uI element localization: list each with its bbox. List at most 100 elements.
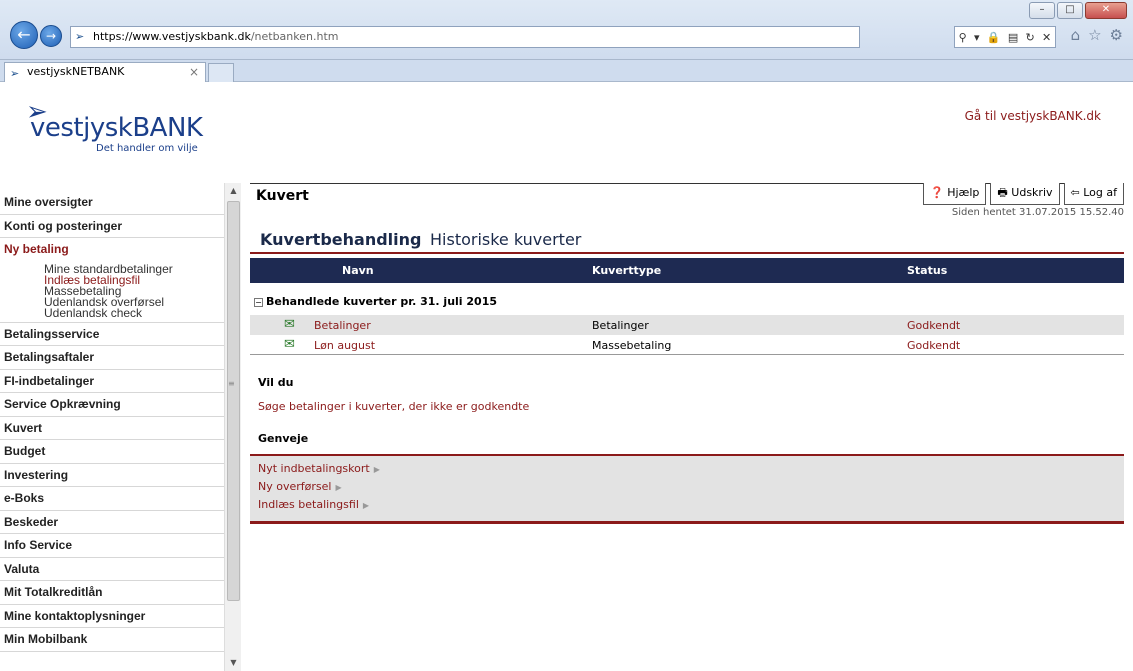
new-tab-button[interactable] xyxy=(208,63,234,82)
url-path: /netbanken.htm xyxy=(250,30,339,43)
row-type: Massebetaling xyxy=(592,339,672,352)
maximize-button[interactable]: □ xyxy=(1057,2,1083,19)
sidebar-scrollbar[interactable]: ▲ ≡ ▼ xyxy=(224,183,241,671)
table-row[interactable]: ✉ Betalinger Betalinger Godkendt xyxy=(250,315,1124,335)
row-status: Godkendt xyxy=(907,319,961,332)
row-type: Betalinger xyxy=(592,319,649,332)
sidebar-item[interactable]: Betalingsaftaler xyxy=(0,346,224,370)
sidebar-subgroup: Mine standardbetalinger Indlæs betalings… xyxy=(0,262,224,323)
sidebar-item[interactable]: FI-indbetalinger xyxy=(0,370,224,393)
scroll-down-icon[interactable]: ▼ xyxy=(225,655,242,671)
print-label: Udskriv xyxy=(1011,186,1053,199)
browser-tab[interactable]: ➢ vestjyskNETBANK × xyxy=(4,62,206,82)
shortcut-link[interactable]: Ny overførsel ▶ xyxy=(250,478,1124,496)
home-icon[interactable]: ⌂ xyxy=(1071,26,1081,44)
forward-arrow-icon[interactable]: → xyxy=(40,25,62,47)
group-title: − Behandlede kuverter pr. 31. juli 2015 xyxy=(254,295,497,308)
tab-title: vestjyskNETBANK xyxy=(27,65,125,78)
logout-button[interactable]: ⇦ Log af xyxy=(1063,183,1124,205)
sidebar-item[interactable]: Investering xyxy=(0,464,224,487)
page-title: Kuvert xyxy=(256,188,309,204)
sidebar-item-active[interactable]: Ny betaling xyxy=(0,238,224,262)
shortcut-link[interactable]: Nyt indbetalingskort ▶ xyxy=(250,460,1124,478)
shortcut-label: Indlæs betalingsfil xyxy=(258,498,359,511)
compat-icon[interactable]: ▤ xyxy=(1008,31,1018,44)
sidebar-item[interactable]: Mine kontaktoplysninger xyxy=(0,605,224,628)
sidebar-item[interactable]: Budget xyxy=(0,440,224,464)
grip-icon: ≡ xyxy=(228,379,235,388)
tab-kuvertbehandling[interactable]: Kuvertbehandling xyxy=(260,230,421,249)
browser-icons: ⌂ ☆ ⚙ xyxy=(1071,26,1123,44)
column-header-status[interactable]: Status xyxy=(907,264,947,277)
logo-text: vestjyskBANK xyxy=(30,113,203,143)
print-button[interactable]: 🖶 Udskriv xyxy=(990,183,1060,205)
group-title-text: Behandlede kuverter pr. 31. juli 2015 xyxy=(266,295,498,308)
vil-du-heading: Vil du xyxy=(258,376,294,389)
refresh-icon[interactable]: ↻ xyxy=(1026,31,1035,44)
logout-arrow-icon: ⇦ xyxy=(1070,186,1080,199)
subtabs: Kuvertbehandling Historiske kuverter xyxy=(250,228,1124,254)
sidebar-item[interactable]: Valuta xyxy=(0,558,224,581)
sidebar-item[interactable]: Beskeder xyxy=(0,511,224,534)
toolbar: ❓ Hjælp 🖶 Udskriv ⇦ Log af xyxy=(919,183,1124,205)
row-name-link[interactable]: Betalinger xyxy=(314,319,371,332)
sidebar-item[interactable]: Konti og posteringer xyxy=(0,215,224,238)
browser-titlebar: – □ ✕ ← → ➢ https://www.vestjyskbank.dk/… xyxy=(0,0,1133,60)
arrow-right-icon: ▶ xyxy=(335,483,342,492)
sidebar-item[interactable]: Service Opkrævning xyxy=(0,393,224,417)
sidebar-item[interactable]: Betalingsservice xyxy=(0,323,224,346)
table-header: Navn Kuverttype Status xyxy=(250,258,1124,283)
sidebar-subitem[interactable]: Udenlandsk check xyxy=(0,307,224,319)
sidebar-item[interactable]: Mine oversigter xyxy=(0,191,224,215)
search-icon[interactable]: ⚲ xyxy=(959,31,967,44)
scroll-thumb[interactable] xyxy=(227,201,240,601)
goto-bank-link[interactable]: Gå til vestjyskBANK.dk xyxy=(965,109,1101,123)
address-bar[interactable]: ➢ https://www.vestjyskbank.dk/netbanken.… xyxy=(70,26,860,48)
column-header-name[interactable]: Navn xyxy=(342,264,374,277)
address-tools: ⚲ ▾ 🔒 ▤ ↻ ✕ xyxy=(954,26,1056,48)
bird-favicon-icon: ➢ xyxy=(10,67,20,80)
envelope-check-icon[interactable]: ✉ xyxy=(284,317,295,332)
close-window-button[interactable]: ✕ xyxy=(1085,2,1127,19)
sidebar-item[interactable]: e-Boks xyxy=(0,487,224,511)
url-host: https://www.vestjyskbank.dk xyxy=(93,30,251,43)
logout-label: Log af xyxy=(1083,186,1117,199)
lock-icon[interactable]: 🔒 xyxy=(987,31,1001,44)
dropdown-icon[interactable]: ▾ xyxy=(974,31,980,44)
sidebar-item[interactable]: Min Mobilbank xyxy=(0,628,224,652)
arrow-right-icon: ▶ xyxy=(362,501,370,510)
column-header-type[interactable]: Kuverttype xyxy=(592,264,661,277)
close-tab-icon[interactable]: × xyxy=(189,63,199,81)
printer-icon: 🖶 xyxy=(997,186,1008,199)
help-button[interactable]: ❓ Hjælp xyxy=(923,183,987,205)
envelope-check-icon[interactable]: ✉ xyxy=(284,337,295,352)
stop-icon[interactable]: ✕ xyxy=(1042,31,1051,44)
shortcut-link[interactable]: Indlæs betalingsfil ▶ xyxy=(250,496,1124,514)
tab-historiske-kuverter[interactable]: Historiske kuverter xyxy=(430,230,581,249)
search-unapproved-link[interactable]: Søge betalinger i kuverter, der ikke er … xyxy=(258,400,529,413)
minimize-button[interactable]: – xyxy=(1029,2,1055,19)
question-icon: ❓ xyxy=(930,186,944,199)
logo-tagline: Det handler om vilje xyxy=(96,143,198,154)
shortcuts-box: Nyt indbetalingskort ▶ Ny overførsel ▶ Ind… xyxy=(250,454,1124,524)
row-status: Godkendt xyxy=(907,339,961,352)
sidebar-item[interactable]: Kuvert xyxy=(0,417,224,440)
arrow-right-icon: ▶ xyxy=(373,465,380,474)
shortcuts-heading: Genveje xyxy=(258,432,309,445)
shortcut-label: Ny overførsel xyxy=(258,480,332,493)
scroll-up-icon[interactable]: ▲ xyxy=(225,183,242,199)
gear-icon[interactable]: ⚙ xyxy=(1110,26,1123,44)
sidebar-item[interactable]: Mit Totalkreditlån xyxy=(0,581,224,605)
sidebar-nav: Mine oversigter Konti og posteringer Ny … xyxy=(0,191,224,671)
star-icon[interactable]: ☆ xyxy=(1088,26,1101,44)
sidebar-item[interactable]: Info Service xyxy=(0,534,224,558)
fetched-timestamp: Siden hentet 31.07.2015 15.52.40 xyxy=(951,207,1124,218)
tab-row: ➢ vestjyskNETBANK × xyxy=(0,60,1133,82)
back-arrow-icon[interactable]: ← xyxy=(10,21,38,49)
bank-logo[interactable]: ➢ vestjyskBANK Det handler om vilje xyxy=(18,97,218,157)
collapse-icon[interactable]: − xyxy=(254,297,263,307)
table-row[interactable]: ✉ Løn august Massebetaling Godkendt xyxy=(250,335,1124,355)
window-controls: – □ ✕ xyxy=(1029,2,1127,19)
row-name-link[interactable]: Løn august xyxy=(314,339,375,352)
bird-favicon-icon: ➢ xyxy=(75,30,85,43)
